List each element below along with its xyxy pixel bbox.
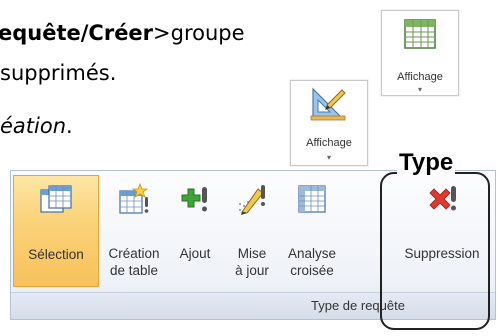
design-view-icon <box>310 87 346 121</box>
affichage-mid-label: Affichage <box>306 137 352 149</box>
datasheet-view-icon <box>404 19 436 49</box>
crosstab-label-line2: croisée <box>290 263 334 278</box>
crosstab-label-line1: Analyse <box>287 246 337 261</box>
crosstab-button[interactable]: Analyse croisée <box>283 175 341 287</box>
affichage-top-label: Affichage <box>397 71 443 83</box>
chevron-down-icon: ▾ <box>417 85 422 94</box>
affichage-tile-mid[interactable]: Affichage ▾ <box>290 80 368 166</box>
update-icon <box>239 185 265 215</box>
make-table-label-line1: Création <box>108 246 160 261</box>
crosstab-icon <box>298 185 326 213</box>
document-line-2: supprimés. <box>0 60 116 86</box>
append-icon <box>181 187 207 212</box>
doc-text-groupe: >groupe <box>153 21 245 45</box>
chevron-down-icon: ▾ <box>326 153 331 162</box>
callout-highlight-box <box>380 172 490 330</box>
make-table-icon <box>119 183 149 214</box>
callout-type-label: Type <box>397 149 456 176</box>
crosstab-label: Analyse croisée <box>283 245 341 279</box>
make-table-button[interactable]: Création de table <box>101 175 167 287</box>
affichage-tile-top[interactable]: Affichage ▾ <box>381 10 459 96</box>
doc-italic-creation: éation <box>0 114 67 138</box>
update-label-line2: à jour <box>235 263 269 278</box>
update-button[interactable]: Mise à jour <box>223 175 281 287</box>
selection-button[interactable]: Sélection <box>13 175 99 287</box>
make-table-label-line2: de table <box>109 263 159 278</box>
doc-bold-creer: Créer <box>88 21 154 45</box>
document-line-1: equête/Créer>groupe <box>0 20 245 46</box>
document-line-3: éation. <box>0 113 73 139</box>
doc-period: . <box>66 114 73 138</box>
table-select-icon <box>40 185 72 213</box>
update-label-line1: Mise <box>237 246 267 261</box>
selection-label: Sélection <box>28 247 84 262</box>
doc-text-supprimes: supprimés. <box>0 61 117 85</box>
make-table-label: Création de table <box>101 245 167 279</box>
append-button[interactable]: Ajout <box>169 175 221 287</box>
update-label: Mise à jour <box>223 245 281 279</box>
append-label: Ajout <box>179 246 211 261</box>
doc-bold-requete: equête <box>0 21 81 45</box>
